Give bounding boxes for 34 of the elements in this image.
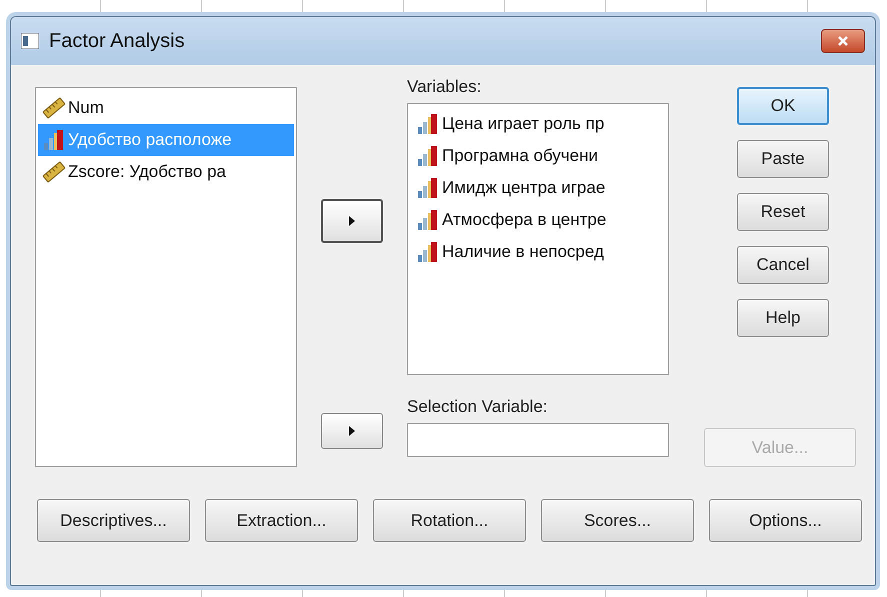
dialog-button[interactable]: Reset — [737, 193, 829, 231]
dialog-button[interactable]: Paste — [737, 140, 829, 178]
variable-item[interactable]: Имидж центра играе — [412, 172, 664, 204]
variable-item[interactable]: Програмна обучени — [412, 140, 664, 172]
bar-chart-icon — [42, 129, 66, 151]
bar-chart-icon — [416, 177, 440, 199]
variable-item[interactable]: Num — [38, 92, 294, 124]
dialog-button[interactable]: Descriptives... — [37, 499, 190, 542]
dialog-button[interactable]: Scores... — [541, 499, 694, 542]
bar-chart-icon — [416, 241, 440, 263]
arrow-icon — [348, 425, 356, 437]
variable-item[interactable]: Атмосфера в центре — [412, 204, 664, 236]
arrow-icon — [348, 215, 356, 227]
move-button[interactable] — [321, 413, 383, 449]
window-icon — [21, 33, 39, 49]
selection-variable-field[interactable] — [407, 423, 669, 457]
variables-label: Variables: — [407, 77, 482, 98]
selection-variable-label: Selection Variable: — [407, 397, 548, 418]
dialog-button[interactable]: Rotation... — [373, 499, 526, 542]
dialog-button[interactable]: Options... — [709, 499, 862, 542]
bar-chart-icon — [416, 209, 440, 231]
bar-chart-icon — [416, 113, 440, 135]
window-title: Factor Analysis — [49, 30, 186, 52]
variable-item[interactable]: Наличие в непосред — [412, 236, 664, 268]
move-button[interactable] — [321, 199, 383, 243]
dialog-button[interactable]: Extraction... — [205, 499, 358, 542]
close-icon — [837, 35, 849, 47]
bar-chart-icon — [416, 145, 440, 167]
variable-item[interactable]: Цена играет роль пр — [412, 108, 664, 140]
dialog-button[interactable]: OK — [737, 87, 829, 125]
dialog-button[interactable]: Help — [737, 299, 829, 337]
dialog-button[interactable]: Cancel — [737, 246, 829, 284]
close-button[interactable] — [821, 29, 865, 53]
variable-item[interactable]: Zscore: Удобство ра — [38, 156, 294, 188]
